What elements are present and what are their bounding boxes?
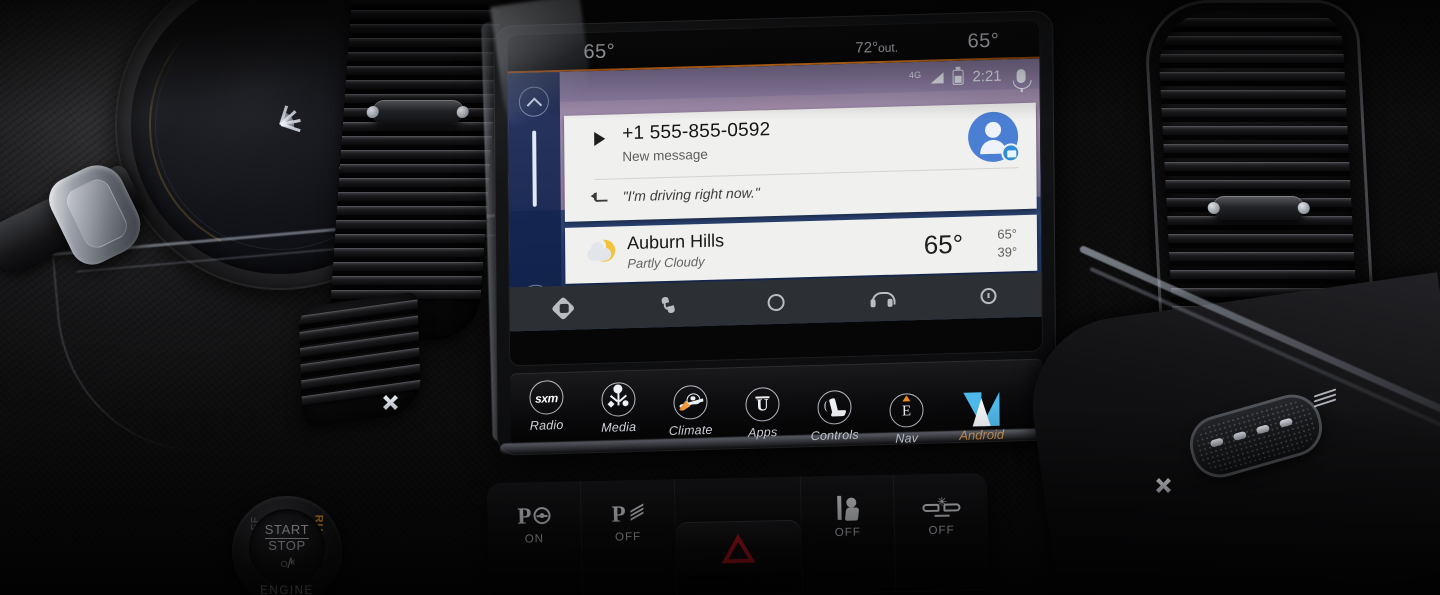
weather-low-temp: 39°	[997, 244, 1018, 260]
top-vignette	[0, 0, 1440, 120]
message-badge-icon	[1001, 143, 1021, 163]
home-circle-icon	[767, 293, 785, 311]
navbar-item-recents[interactable]	[935, 287, 1042, 306]
weather-current-temp: 65°	[923, 228, 964, 260]
weather-city: Auburn Hills	[627, 230, 725, 254]
air-vent-right-knob[interactable]	[1212, 196, 1306, 220]
weather-condition: Partly Cloudy	[627, 253, 705, 272]
trim-accent-lines	[1310, 388, 1336, 408]
message-notification-card[interactable]: +1 555-855-0592 New message "I'm driving…	[564, 102, 1037, 222]
phone-icon	[661, 296, 678, 313]
partly-cloudy-night-icon	[587, 238, 617, 269]
vehicle-dashboard-photo: 40mph 60mph 80mph	[0, 0, 1440, 595]
clock-icon	[980, 287, 997, 305]
navbar-item-media[interactable]	[829, 291, 935, 308]
navigation-arrow-icon	[550, 295, 575, 320]
navbar-item-home[interactable]	[722, 292, 829, 312]
navbar-item-phone[interactable]	[616, 295, 723, 315]
navbar-item-maps[interactable]	[510, 295, 617, 320]
weather-high-temp: 65°	[997, 226, 1018, 242]
reply-arrow-icon[interactable]	[591, 193, 607, 205]
play-triangle-icon[interactable]	[594, 131, 606, 147]
quick-reply-text: "I'm driving right now."	[622, 184, 760, 205]
headphones-icon	[872, 292, 892, 307]
bottom-vignette	[0, 405, 1440, 595]
